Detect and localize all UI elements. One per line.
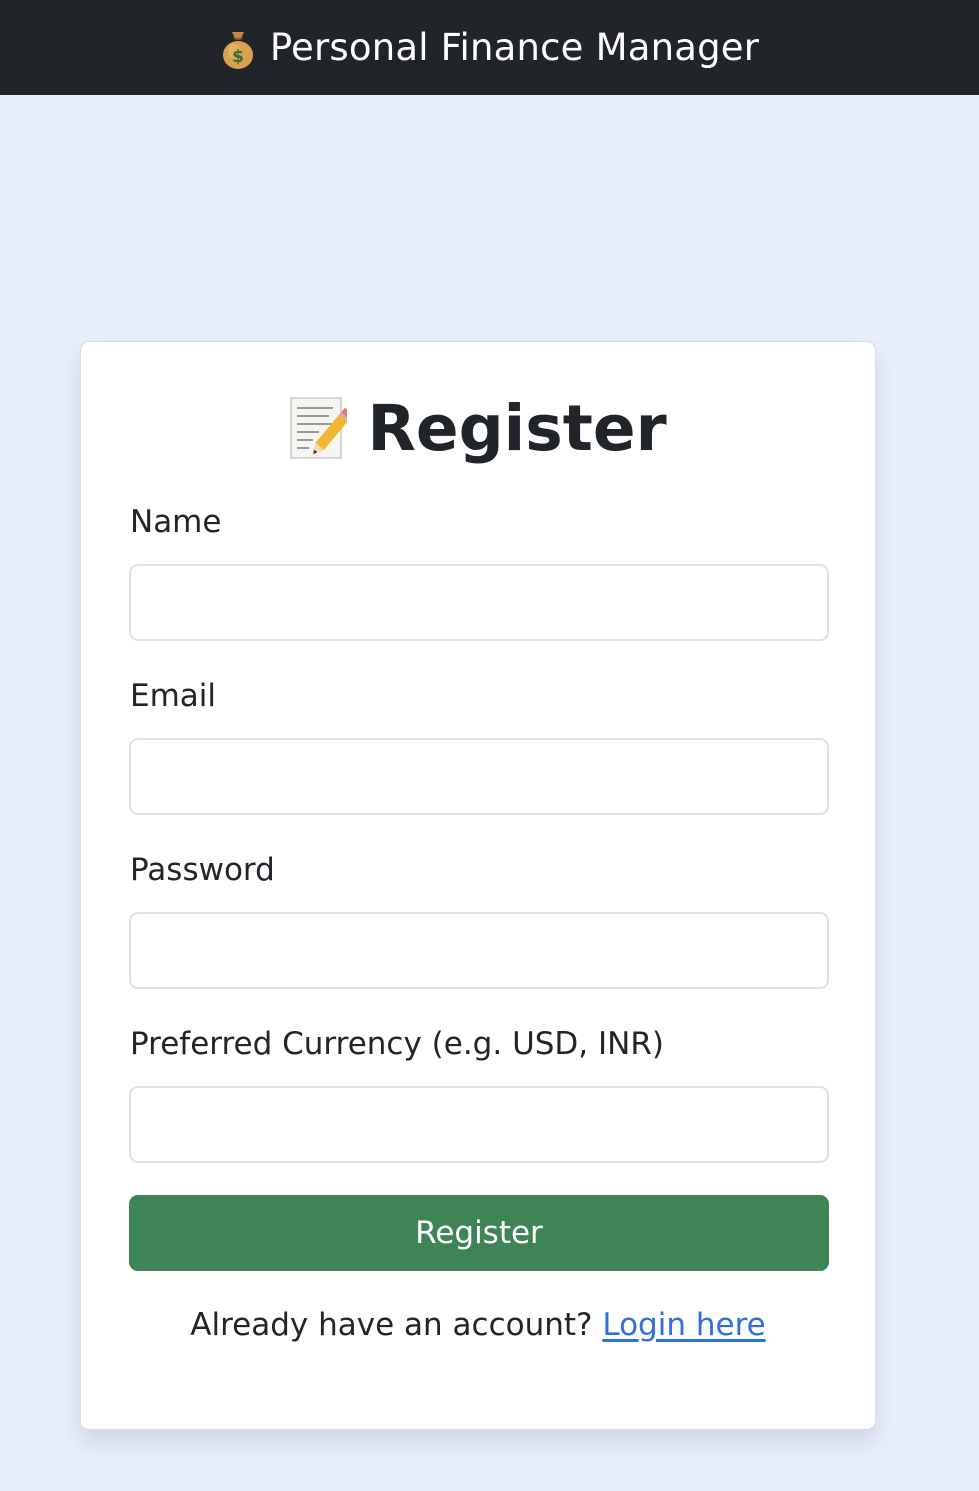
register-heading: Register bbox=[81, 392, 875, 466]
email-label: Email bbox=[130, 678, 217, 714]
register-button[interactable]: Register bbox=[129, 1195, 829, 1271]
money-bag-icon: $ bbox=[222, 31, 253, 69]
name-label: Name bbox=[130, 504, 222, 540]
brand[interactable]: $ Personal Finance Manager bbox=[220, 26, 759, 70]
login-link[interactable]: Login here bbox=[602, 1307, 765, 1343]
email-input[interactable] bbox=[129, 738, 829, 815]
memo-pencil-icon bbox=[290, 397, 348, 459]
password-label: Password bbox=[130, 852, 275, 888]
name-input[interactable] bbox=[129, 564, 829, 641]
app-title: Personal Finance Manager bbox=[269, 26, 760, 69]
login-prompt: Already have an account? Login here bbox=[81, 1305, 875, 1345]
register-card: Register Name Email Password Preferred C… bbox=[80, 341, 876, 1430]
top-navbar: $ Personal Finance Manager bbox=[0, 0, 979, 95]
login-prompt-text: Already have an account? bbox=[190, 1307, 593, 1343]
currency-label: Preferred Currency (e.g. USD, INR) bbox=[130, 1026, 664, 1062]
password-input[interactable] bbox=[129, 912, 829, 989]
page-title: Register bbox=[367, 392, 667, 465]
svg-text:$: $ bbox=[232, 47, 244, 67]
currency-input[interactable] bbox=[129, 1086, 829, 1163]
